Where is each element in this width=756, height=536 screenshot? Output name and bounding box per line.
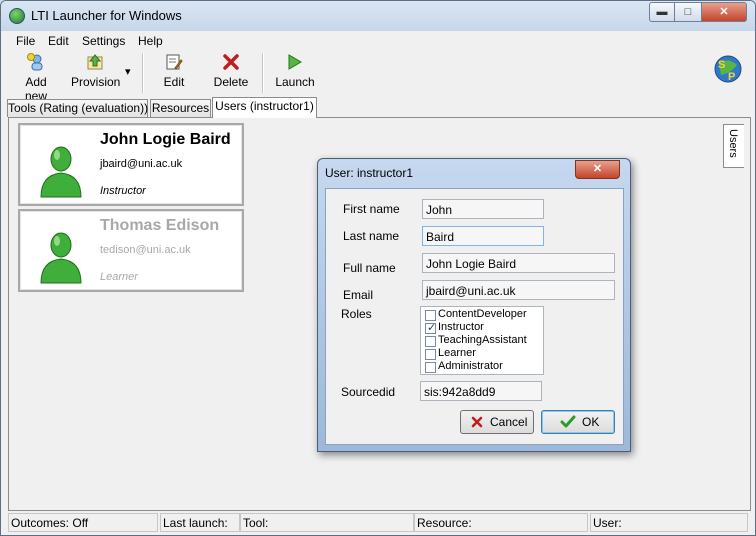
launch-arrow-icon xyxy=(288,54,302,70)
last-name-field[interactable]: Baird xyxy=(422,226,544,246)
cancel-x-icon xyxy=(471,416,483,428)
role-label: ContentDeveloper xyxy=(438,308,527,320)
user-card[interactable]: Thomas Edison tedison@uni.ac.uk Learner xyxy=(18,209,244,292)
first-name-field[interactable]: John xyxy=(422,199,544,219)
full-name-label: Full name xyxy=(343,261,396,275)
provision-dropdown-arrow[interactable]: ▾ xyxy=(125,65,131,78)
first-name-label: First name xyxy=(343,202,400,216)
svg-text:P: P xyxy=(728,71,735,83)
launch-button[interactable]: Launch xyxy=(275,53,315,89)
tab-resources[interactable]: Resources xyxy=(150,99,211,117)
toolbar-separator xyxy=(262,53,264,93)
dialog-title: User: instructor1 xyxy=(325,166,414,180)
roles-label: Roles xyxy=(341,307,372,321)
svg-text:S: S xyxy=(718,59,725,71)
user-avatar-icon xyxy=(40,232,82,284)
delete-x-icon xyxy=(223,54,239,70)
role-label: Administrator xyxy=(438,360,503,372)
window-title: LTI Launcher for Windows xyxy=(31,8,182,23)
menu-edit[interactable]: Edit xyxy=(48,34,69,48)
checkbox-box: ✓ xyxy=(425,322,437,334)
ok-button[interactable]: OK xyxy=(541,410,615,434)
status-bar: Outcomes: Off Last launch: Tool: Resourc… xyxy=(1,512,755,535)
dialog-close-button[interactable]: ✕ xyxy=(575,160,620,179)
title-bar[interactable]: LTI Launcher for Windows ▬ □ ✕ xyxy=(1,1,755,31)
checkbox-box xyxy=(425,349,436,360)
user-name: John Logie Baird xyxy=(100,131,231,148)
provision-label: Provision xyxy=(71,75,121,89)
roles-list: ContentDeveloper ✓ Instructor TeachingAs… xyxy=(420,306,544,375)
user-email: jbaird@uni.ac.uk xyxy=(100,158,183,170)
full-name-field[interactable]: John Logie Baird xyxy=(422,253,615,273)
status-last-launch: Last launch: xyxy=(160,513,240,532)
tab-tools[interactable]: Tools (Rating (evaluation)) xyxy=(7,99,148,117)
menu-settings[interactable]: Settings xyxy=(82,34,125,48)
last-name-label: Last name xyxy=(343,229,400,243)
delete-label: Delete xyxy=(213,75,249,89)
sourcedid-label: Sourcedid xyxy=(341,385,396,399)
checkbox-box xyxy=(425,336,436,347)
edit-button[interactable]: Edit xyxy=(157,53,191,89)
app-globe-icon xyxy=(9,8,25,24)
side-tab-label: Users xyxy=(727,129,739,158)
sourcedid-field[interactable]: sis:942a8dd9 xyxy=(420,381,542,401)
email-field[interactable]: jbaird@uni.ac.uk xyxy=(422,280,615,300)
user-card[interactable]: John Logie Baird jbaird@uni.ac.uk Instru… xyxy=(18,123,244,206)
user-name: Thomas Edison xyxy=(100,217,220,234)
cancel-label: Cancel xyxy=(490,415,528,429)
edit-icon xyxy=(166,54,183,70)
status-outcomes: Outcomes: Off xyxy=(8,513,158,532)
user-avatar-icon xyxy=(40,146,82,198)
user-role: Instructor xyxy=(100,185,146,197)
user-role: Learner xyxy=(100,271,138,283)
close-button[interactable]: ✕ xyxy=(701,2,747,22)
menu-bar: File Edit Settings Help xyxy=(1,32,755,50)
role-label: Learner xyxy=(438,347,476,359)
edit-label: Edit xyxy=(163,75,185,89)
status-user: User: xyxy=(590,513,748,532)
menu-help[interactable]: Help xyxy=(138,34,163,48)
ok-label: OK xyxy=(582,415,600,429)
add-new-button[interactable]: Add new xyxy=(13,53,59,103)
checkmark-icon: ✓ xyxy=(427,322,437,334)
minimize-button[interactable]: ▬ xyxy=(649,2,675,22)
launch-label: Launch xyxy=(275,75,315,89)
add-user-icon xyxy=(27,53,43,71)
toolbar-separator xyxy=(142,53,144,93)
delete-button[interactable]: Delete xyxy=(211,53,251,89)
email-label: Email xyxy=(343,288,374,302)
ok-check-icon xyxy=(560,415,576,428)
cancel-button[interactable]: Cancel xyxy=(460,410,534,434)
user-dialog: User: instructor1 ✕ First name John Last… xyxy=(317,158,631,452)
app-window: LTI Launcher for Windows ▬ □ ✕ File Edit… xyxy=(0,0,756,536)
toolbar: Add new Provision ▾ Edit Delete Launch xyxy=(1,51,755,103)
menu-file[interactable]: File xyxy=(16,34,35,48)
checkbox-box xyxy=(425,310,436,321)
status-tool: Tool: xyxy=(240,513,414,532)
provision-icon xyxy=(87,54,103,70)
role-label: Instructor xyxy=(438,321,484,333)
maximize-button[interactable]: □ xyxy=(674,2,702,22)
dialog-body: First name John Last name Baird Full nam… xyxy=(325,188,624,445)
side-tab-users[interactable]: Users xyxy=(723,124,744,168)
user-email: tedison@uni.ac.uk xyxy=(100,244,191,256)
svp-logo-icon: S P xyxy=(714,55,742,83)
provision-button[interactable]: Provision xyxy=(71,53,121,89)
checkbox-box xyxy=(425,362,436,373)
role-label: TeachingAssistant xyxy=(438,334,527,346)
status-resource: Resource: xyxy=(414,513,588,532)
tab-users[interactable]: Users (instructor1) xyxy=(212,97,317,118)
